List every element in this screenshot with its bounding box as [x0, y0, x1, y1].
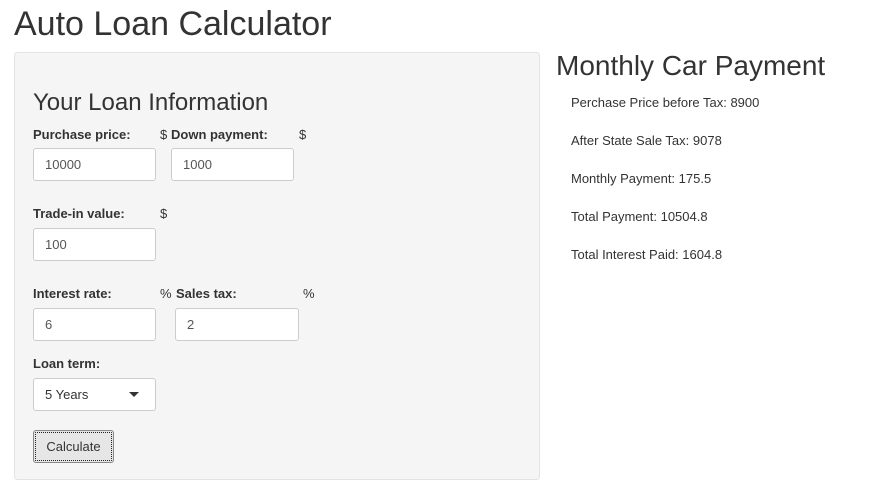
results-heading: Monthly Car Payment: [556, 50, 826, 81]
loan-term-select[interactable]: 5 Years: [33, 378, 156, 411]
loan-form-panel: Your Loan Information Purchase price: $ …: [14, 52, 540, 480]
result-total-payment: Total Payment: 10504.8: [571, 209, 708, 224]
loan-term-label: Loan term:: [33, 356, 101, 371]
down-payment-unit: $: [299, 127, 307, 142]
result-after-tax: After State Sale Tax: 9078: [571, 133, 722, 148]
sales-tax-input[interactable]: [175, 308, 299, 341]
form-heading: Your Loan Information: [33, 89, 269, 116]
purchase-price-input[interactable]: [33, 148, 156, 181]
trade-in-unit: $: [160, 206, 168, 221]
purchase-price-unit: $: [160, 127, 168, 142]
app-title: Auto Loan Calculator: [14, 5, 332, 43]
purchase-price-label: Purchase price:: [33, 127, 131, 142]
trade-in-input[interactable]: [33, 228, 156, 261]
loan-term-selected-value: 5 Years: [45, 387, 89, 402]
chevron-down-icon: [129, 392, 139, 397]
down-payment-input[interactable]: [171, 148, 294, 181]
result-total-interest: Total Interest Paid: 1604.8: [571, 247, 723, 262]
interest-rate-input[interactable]: [33, 308, 156, 341]
calculate-button[interactable]: Calculate: [33, 430, 114, 463]
trade-in-label: Trade-in value:: [33, 206, 125, 221]
sales-tax-unit: %: [303, 286, 315, 301]
interest-rate-unit: %: [160, 286, 172, 301]
down-payment-label: Down payment:: [171, 127, 268, 142]
result-purchase-price: Perchase Price before Tax: 8900: [571, 95, 760, 110]
sales-tax-label: Sales tax:: [176, 286, 237, 301]
result-monthly-payment: Monthly Payment: 175.5: [571, 171, 712, 186]
interest-rate-label: Interest rate:: [33, 286, 112, 301]
